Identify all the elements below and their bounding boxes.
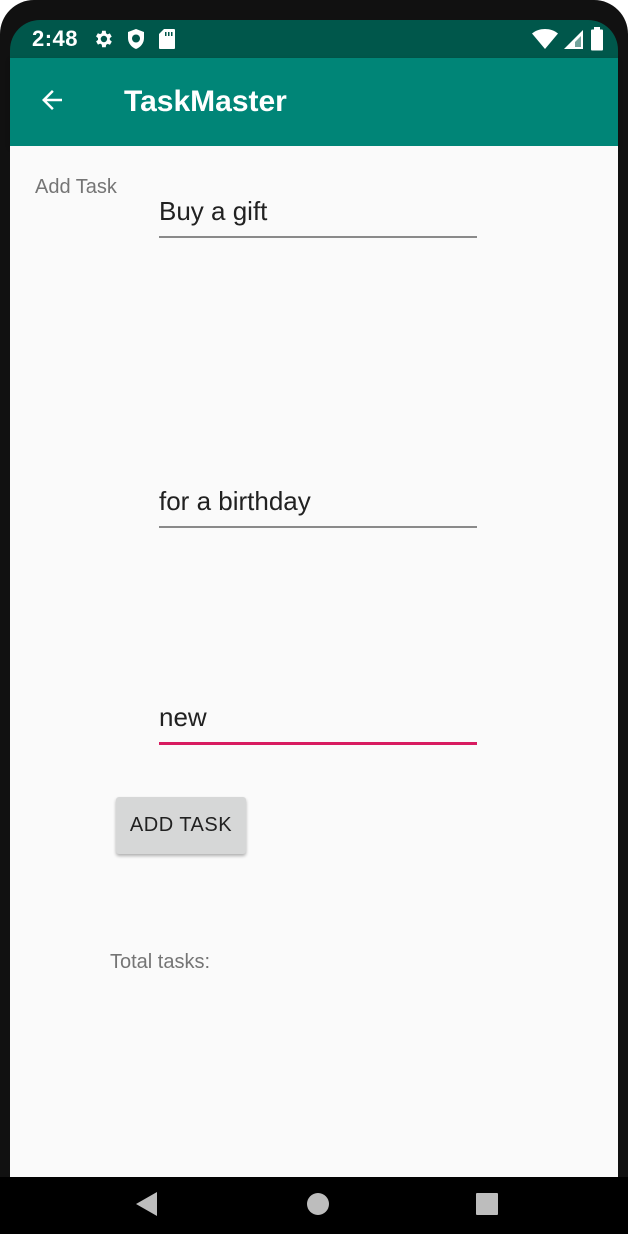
task-description-input[interactable] bbox=[159, 476, 477, 526]
arrow-left-icon bbox=[37, 85, 67, 120]
add-task-form: Add Task ADD TASK Total tasks: bbox=[10, 146, 618, 1177]
nav-recents-button[interactable] bbox=[467, 1191, 507, 1221]
task-description-field bbox=[159, 476, 477, 528]
home-circle-icon bbox=[306, 1192, 330, 1221]
section-label: Add Task bbox=[35, 176, 117, 198]
task-title-field bbox=[159, 186, 477, 238]
app-bar: TaskMaster bbox=[10, 58, 618, 146]
status-bar: 2:48 bbox=[10, 20, 618, 58]
back-triangle-icon bbox=[135, 1191, 159, 1222]
back-button[interactable] bbox=[30, 80, 74, 124]
shield-icon bbox=[126, 28, 146, 55]
wifi-icon bbox=[532, 28, 558, 55]
total-tasks-label: Total tasks: bbox=[110, 951, 211, 973]
device-frame: 2:48 TaskMaster Add Task Buy a gift for … bbox=[0, 0, 628, 1234]
status-time: 2:48 bbox=[32, 26, 79, 51]
nav-home-button[interactable] bbox=[298, 1191, 338, 1221]
status-icons-right bbox=[532, 27, 604, 56]
add-task-button[interactable]: ADD TASK bbox=[116, 797, 246, 854]
navigation-bar bbox=[0, 1177, 628, 1234]
task-title-input[interactable] bbox=[159, 186, 477, 236]
gear-icon bbox=[92, 28, 114, 55]
sd-card-icon bbox=[158, 28, 176, 55]
battery-icon bbox=[590, 27, 604, 56]
app-title: TaskMaster bbox=[124, 85, 287, 118]
status-icons-left bbox=[92, 28, 176, 55]
task-status-field bbox=[159, 692, 477, 745]
nav-back-button[interactable] bbox=[127, 1191, 167, 1221]
task-status-input[interactable] bbox=[159, 692, 477, 742]
signal-icon bbox=[564, 28, 584, 55]
recents-square-icon bbox=[475, 1192, 499, 1221]
